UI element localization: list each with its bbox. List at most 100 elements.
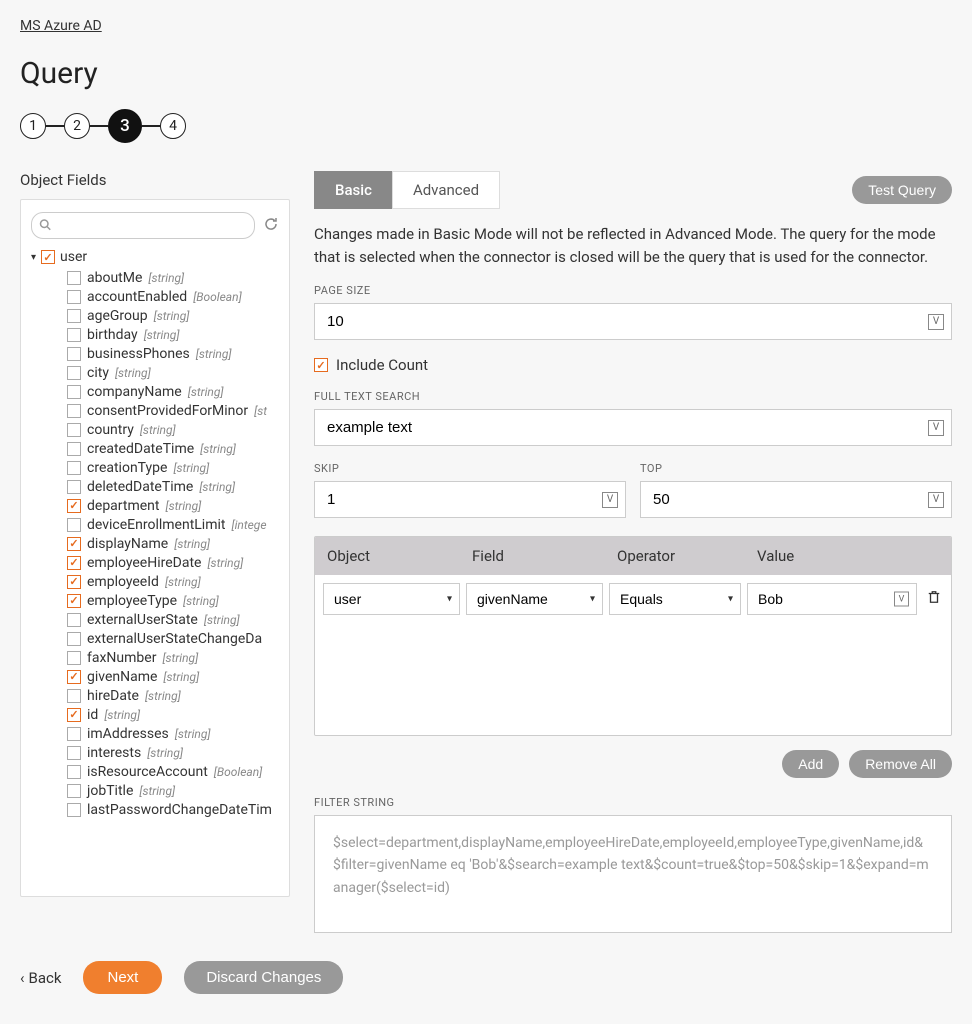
tree-item[interactable]: externalUserState[string] — [67, 610, 279, 629]
tree-item[interactable]: businessPhones[string] — [67, 344, 279, 363]
checkbox[interactable] — [67, 575, 81, 589]
tree-item[interactable]: createdDateTime[string] — [67, 439, 279, 458]
page-size-input[interactable] — [314, 303, 952, 340]
skip-label: SKIP — [314, 462, 626, 475]
checkbox[interactable] — [67, 784, 81, 798]
checkbox[interactable] — [67, 309, 81, 323]
field-type: [string] — [163, 670, 199, 684]
checkbox[interactable] — [67, 461, 81, 475]
checkbox[interactable] — [67, 670, 81, 684]
tree-item[interactable]: city[string] — [67, 363, 279, 382]
tree-item[interactable]: id[string] — [67, 705, 279, 724]
checkbox[interactable] — [67, 765, 81, 779]
checkbox[interactable] — [67, 328, 81, 342]
tree-root-user[interactable]: ▾ user — [31, 249, 279, 265]
checkbox[interactable] — [67, 556, 81, 570]
variable-icon[interactable]: V — [602, 492, 618, 508]
checkbox[interactable] — [67, 404, 81, 418]
checkbox[interactable] — [67, 537, 81, 551]
field-type: [string] — [139, 784, 175, 798]
trash-icon[interactable] — [927, 590, 951, 608]
step-4[interactable]: 4 — [160, 113, 186, 139]
variable-icon[interactable]: V — [894, 592, 909, 607]
tree-item[interactable]: employeeId[string] — [67, 572, 279, 591]
checkbox[interactable] — [67, 480, 81, 494]
tree-item[interactable]: employeeType[string] — [67, 591, 279, 610]
filter-object-select[interactable] — [323, 583, 460, 615]
tab-advanced[interactable]: Advanced — [392, 171, 500, 209]
tree-item[interactable]: deletedDateTime[string] — [67, 477, 279, 496]
variable-icon[interactable]: V — [928, 492, 944, 508]
tree-item[interactable]: country[string] — [67, 420, 279, 439]
checkbox[interactable] — [67, 385, 81, 399]
checkbox[interactable] — [67, 689, 81, 703]
variable-icon[interactable]: V — [928, 314, 944, 330]
checkbox[interactable] — [67, 518, 81, 532]
checkbox[interactable] — [67, 271, 81, 285]
field-type: [string] — [140, 423, 176, 437]
top-input[interactable] — [640, 481, 952, 518]
add-button[interactable]: Add — [782, 750, 839, 778]
col-operator: Operator — [605, 537, 745, 575]
checkbox[interactable] — [67, 727, 81, 741]
tree-item[interactable]: accountEnabled[Boolean] — [67, 287, 279, 306]
tree-item[interactable]: jobTitle[string] — [67, 781, 279, 800]
checkbox[interactable] — [67, 366, 81, 380]
checkbox[interactable] — [67, 632, 81, 646]
tree-item[interactable]: department[string] — [67, 496, 279, 515]
checkbox[interactable] — [67, 708, 81, 722]
include-count-checkbox[interactable] — [314, 358, 328, 372]
full-text-input[interactable] — [314, 409, 952, 446]
checkbox[interactable] — [67, 803, 81, 817]
checkbox[interactable] — [67, 347, 81, 361]
tree-item[interactable]: employeeHireDate[string] — [67, 553, 279, 572]
step-3[interactable]: 3 — [108, 109, 142, 143]
step-1[interactable]: 1 — [20, 113, 46, 139]
next-button[interactable]: Next — [83, 961, 162, 994]
tab-basic[interactable]: Basic — [314, 171, 392, 209]
discard-button[interactable]: Discard Changes — [184, 961, 343, 994]
tree-item[interactable]: creationType[string] — [67, 458, 279, 477]
tree-item[interactable]: deviceEnrollmentLimit[intege — [67, 515, 279, 534]
field-name: createdDateTime — [87, 441, 194, 457]
step-2[interactable]: 2 — [64, 113, 90, 139]
skip-input[interactable] — [314, 481, 626, 518]
tree-item[interactable]: companyName[string] — [67, 382, 279, 401]
field-type: [Boolean] — [214, 765, 262, 779]
tree-item[interactable]: aboutMe[string] — [67, 268, 279, 287]
refresh-icon[interactable] — [263, 216, 279, 236]
tree-item[interactable]: ageGroup[string] — [67, 306, 279, 325]
filter-operator-select[interactable] — [609, 583, 741, 615]
checkbox-user[interactable] — [41, 250, 55, 264]
test-query-button[interactable]: Test Query — [852, 176, 952, 204]
checkbox[interactable] — [67, 746, 81, 760]
filter-field-select[interactable] — [466, 583, 603, 615]
tree-item[interactable]: givenName[string] — [67, 667, 279, 686]
checkbox[interactable] — [67, 613, 81, 627]
checkbox[interactable] — [67, 442, 81, 456]
tree-item[interactable]: externalUserStateChangeDa — [67, 629, 279, 648]
tree-item[interactable]: hireDate[string] — [67, 686, 279, 705]
field-name: imAddresses — [87, 726, 169, 742]
checkbox[interactable] — [67, 290, 81, 304]
breadcrumb-link[interactable]: MS Azure AD — [20, 18, 102, 34]
tree-item[interactable]: birthday[string] — [67, 325, 279, 344]
checkbox[interactable] — [67, 423, 81, 437]
checkbox[interactable] — [67, 499, 81, 513]
filter-value-input[interactable] — [747, 583, 917, 615]
remove-all-button[interactable]: Remove All — [849, 750, 952, 778]
tree-item[interactable]: faxNumber[string] — [67, 648, 279, 667]
tree-item[interactable]: interests[string] — [67, 743, 279, 762]
tree-item[interactable]: imAddresses[string] — [67, 724, 279, 743]
search-input[interactable] — [31, 212, 255, 239]
tree-item[interactable]: lastPasswordChangeDateTim — [67, 800, 279, 819]
variable-icon[interactable]: V — [928, 420, 944, 436]
back-button[interactable]: ‹ Back — [20, 969, 61, 987]
tree-item[interactable]: consentProvidedForMinor[st — [67, 401, 279, 420]
checkbox[interactable] — [67, 594, 81, 608]
tree-item[interactable]: isResourceAccount[Boolean] — [67, 762, 279, 781]
field-type: [string] — [196, 347, 232, 361]
tree-item[interactable]: displayName[string] — [67, 534, 279, 553]
field-name: employeeType — [87, 593, 177, 609]
checkbox[interactable] — [67, 651, 81, 665]
